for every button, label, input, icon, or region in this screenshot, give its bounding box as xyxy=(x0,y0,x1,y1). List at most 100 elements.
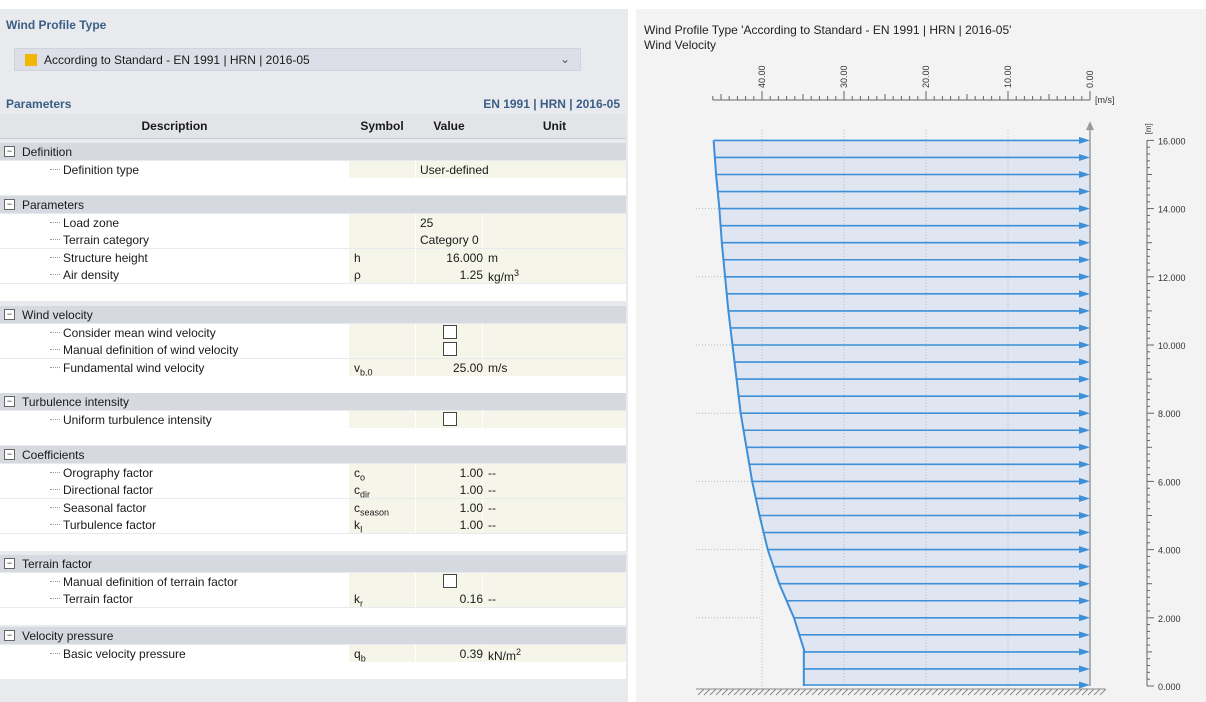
param-value[interactable]: Category 0 xyxy=(420,233,479,247)
symbol-cell xyxy=(349,213,415,231)
param-unit: kg/m3 xyxy=(488,268,519,284)
ground-hatch xyxy=(721,688,729,696)
param-row-terrain-category[interactable]: Terrain category Category 0 xyxy=(0,231,626,248)
param-value[interactable]: 0.39 xyxy=(420,647,483,661)
param-value[interactable]: 25.00 xyxy=(420,361,483,375)
param-label: Manual definition of wind velocity xyxy=(63,343,239,357)
param-value[interactable]: 1.25 xyxy=(420,268,483,282)
ground-hatch xyxy=(889,688,897,696)
ground-hatch xyxy=(745,688,753,696)
group-row-wind-velocity[interactable]: − Wind velocity xyxy=(0,306,626,323)
param-row-consider-mean[interactable]: Consider mean wind velocity xyxy=(0,323,626,341)
ground-hatch xyxy=(1027,688,1035,696)
ground-hatch xyxy=(775,688,783,696)
spacer-row xyxy=(0,178,626,195)
column-unit[interactable]: Unit xyxy=(483,119,626,133)
wind-profile-type-value: According to Standard - EN 1991 | HRN | … xyxy=(44,52,310,67)
param-row-terrain[interactable]: Terrain factor kr 0.16 -- xyxy=(0,590,626,608)
unit-cell xyxy=(483,516,626,533)
group-row-terrain-factor[interactable]: − Terrain factor xyxy=(0,555,626,572)
param-label: Orography factor xyxy=(63,465,154,480)
param-row-air-density[interactable]: Air density ρ 1.25 kg/m3 xyxy=(0,266,626,284)
ground-hatch xyxy=(901,688,909,696)
param-row-directional[interactable]: Directional factor cdir 1.00 -- xyxy=(0,481,626,499)
spacer-row xyxy=(0,533,626,551)
column-description[interactable]: Description xyxy=(0,119,349,133)
symbol-main: q xyxy=(354,646,361,661)
param-value[interactable]: 0.16 xyxy=(420,592,483,606)
group-label: Parameters xyxy=(22,198,85,212)
tree-branch xyxy=(50,506,60,508)
spacer-row xyxy=(0,376,626,393)
param-value[interactable]: 16.000 xyxy=(420,251,483,265)
ground-hatch xyxy=(709,688,717,696)
tree-branch xyxy=(50,489,60,490)
param-label: Terrain factor xyxy=(63,592,134,606)
unit-cell xyxy=(483,213,626,231)
param-checkbox[interactable] xyxy=(443,411,457,426)
group-row-definition[interactable]: − Definition xyxy=(0,143,626,160)
param-row-load-zone[interactable]: Load zone 25 xyxy=(0,213,626,231)
wind-profile-type-dropdown[interactable]: According to Standard - EN 1991 | HRN | … xyxy=(14,48,581,71)
param-value[interactable]: 1.00 xyxy=(420,483,483,497)
parameters-header: Parameters EN 1991 | HRN | 2016-05 xyxy=(0,94,626,114)
ground-hatch xyxy=(1063,688,1071,696)
collapse-toggle-icon[interactable]: − xyxy=(4,449,15,460)
collapse-toggle-icon[interactable]: − xyxy=(4,558,15,569)
param-value[interactable]: 1.00 xyxy=(420,501,483,515)
spacer-row xyxy=(0,607,626,625)
column-symbol[interactable]: Symbol xyxy=(349,119,415,133)
param-label: Air density xyxy=(63,268,120,282)
param-row-seasonal[interactable]: Seasonal factor cseason 1.00 -- xyxy=(0,498,626,517)
param-row-basic[interactable]: Basic velocity pressure qb 0.39 kN/m2 xyxy=(0,644,626,663)
param-row-manual[interactable]: Manual definition of terrain factor xyxy=(0,572,626,590)
param-value[interactable]: 1.00 xyxy=(420,466,483,480)
param-value[interactable]: 1.00 xyxy=(420,518,483,532)
unit-main: m/s xyxy=(488,360,508,375)
param-row-definition-type[interactable]: Definition type User-defined xyxy=(0,160,626,178)
param-checkbox[interactable] xyxy=(443,573,457,588)
ground-hatch xyxy=(769,688,777,696)
ground-hatch xyxy=(1093,688,1101,696)
column-value[interactable]: Value xyxy=(416,119,482,133)
param-row-uniform[interactable]: Uniform turbulence intensity xyxy=(0,410,626,428)
param-row-manual-def[interactable]: Manual definition of wind velocity xyxy=(0,341,626,358)
ground-hatch xyxy=(973,688,981,696)
param-checkbox[interactable] xyxy=(443,324,457,339)
collapse-toggle-icon[interactable]: − xyxy=(4,630,15,641)
param-label: Structure height xyxy=(63,250,148,265)
param-label: Seasonal factor xyxy=(63,500,147,515)
param-value[interactable]: User-defined xyxy=(420,163,489,177)
group-row-parameters[interactable]: − Parameters xyxy=(0,196,626,213)
ground-hatch xyxy=(829,688,837,696)
ground-hatch xyxy=(943,688,951,696)
ground-hatch xyxy=(859,688,867,696)
ground-hatch xyxy=(1051,688,1059,696)
param-label: Consider mean wind velocity xyxy=(63,325,216,340)
param-row-structure-height[interactable]: Structure height h 16.000 m xyxy=(0,248,626,266)
param-row-orography[interactable]: Orography factor co 1.00 -- xyxy=(0,463,626,482)
param-label: Terrain category xyxy=(63,233,150,247)
y-tick-label: 4.000 xyxy=(1158,546,1181,556)
collapse-toggle-icon[interactable]: − xyxy=(4,146,15,157)
ground-hatch xyxy=(1009,688,1017,696)
group-row-coefficients[interactable]: − Coefficients xyxy=(0,446,626,463)
unit-cell xyxy=(483,463,626,481)
unit-cell xyxy=(483,248,626,266)
ground-hatch xyxy=(883,688,891,696)
y-tick-label: 2.000 xyxy=(1158,614,1181,624)
param-checkbox[interactable] xyxy=(443,342,457,356)
group-row-turbulence[interactable]: − Turbulence intensity xyxy=(0,393,626,410)
collapse-toggle-icon[interactable]: − xyxy=(4,309,15,320)
ground-hatch xyxy=(937,688,945,696)
tree-branch xyxy=(50,274,60,275)
collapse-toggle-icon[interactable]: − xyxy=(4,199,15,210)
group-label: Wind velocity xyxy=(22,308,93,322)
tree-branch xyxy=(50,168,60,170)
param-row-turbulence-factor[interactable]: Turbulence factor kI 1.00 -- xyxy=(0,516,626,534)
param-row-fundamental[interactable]: Fundamental wind velocity vb,0 25.00 m/s xyxy=(0,358,626,377)
param-value[interactable]: 25 xyxy=(420,216,433,230)
group-row-velocity-pressure[interactable]: − Velocity pressure xyxy=(0,627,626,644)
collapse-toggle-icon[interactable]: − xyxy=(4,396,15,407)
chevron-down-icon[interactable]: ⌄ xyxy=(560,52,570,66)
